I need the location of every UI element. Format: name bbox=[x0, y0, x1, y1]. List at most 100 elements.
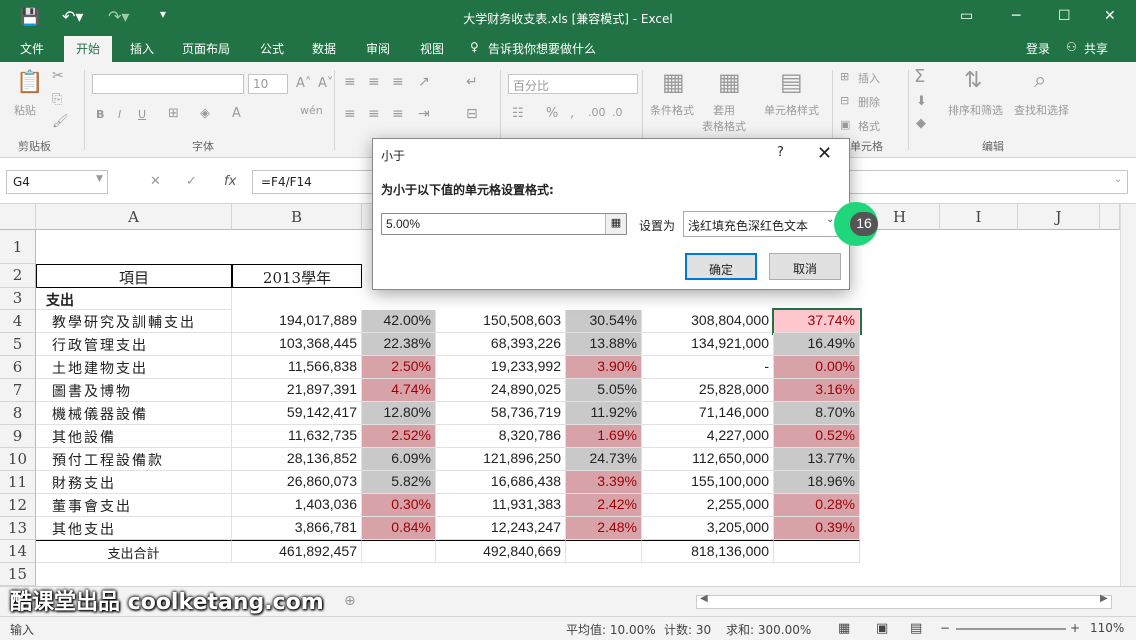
cell-d[interactable]: 58,736,719 bbox=[436, 402, 566, 425]
cell-c[interactable]: 4.74% bbox=[362, 379, 436, 402]
threshold-input[interactable]: 5.00% bbox=[381, 213, 627, 235]
cell-b[interactable]: 1,403,036 bbox=[232, 494, 362, 517]
comma-icon[interactable]: , bbox=[570, 106, 574, 121]
insert-cells-icon[interactable]: ⊞ bbox=[840, 70, 849, 83]
decrease-decimal-icon[interactable]: .0 bbox=[612, 106, 623, 119]
cell-e[interactable]: 3.90% bbox=[566, 356, 642, 379]
cell-f[interactable]: 3,205,000 bbox=[642, 517, 774, 540]
cell-b[interactable]: 11,632,735 bbox=[232, 425, 362, 448]
tell-me-box[interactable]: 告诉我你想要做什么 bbox=[488, 40, 596, 57]
select-all-corner[interactable] bbox=[0, 204, 36, 230]
currency-icon[interactable]: ☷ bbox=[512, 106, 524, 121]
align-center-icon[interactable]: ≡ bbox=[368, 106, 380, 122]
add-sheet-icon[interactable]: ⊕ bbox=[344, 593, 356, 609]
cell-f[interactable]: 2,255,000 bbox=[642, 494, 774, 517]
orientation-icon[interactable]: ↗ bbox=[418, 74, 430, 90]
expand-formula-icon[interactable]: ⌄ bbox=[1114, 174, 1122, 185]
cell-total-f[interactable]: 818,136,000 bbox=[642, 540, 774, 563]
cell-b[interactable]: 3,866,781 bbox=[232, 517, 362, 540]
ok-button[interactable]: 确定 bbox=[685, 253, 757, 280]
row-header[interactable]: 15 bbox=[0, 563, 36, 586]
cut-icon[interactable]: ✂ bbox=[52, 68, 64, 84]
cell-f[interactable]: 308,804,000 bbox=[642, 310, 774, 333]
cell-g[interactable]: 8.70% bbox=[774, 402, 860, 425]
format-cells-icon[interactable]: ▣ bbox=[840, 118, 850, 131]
align-left-icon[interactable]: ≡ bbox=[344, 106, 356, 122]
cancel-button[interactable]: 取消 bbox=[769, 253, 841, 280]
cell-d[interactable]: 16,686,438 bbox=[436, 471, 566, 494]
cell-g[interactable]: 13.77% bbox=[774, 448, 860, 471]
cell-c[interactable]: 42.00% bbox=[362, 310, 436, 333]
cell-e[interactable]: 2.48% bbox=[566, 517, 642, 540]
align-top-icon[interactable]: ≡ bbox=[344, 74, 356, 90]
cell-b[interactable]: 103,368,445 bbox=[232, 333, 362, 356]
cell-b[interactable]: 194,017,889 bbox=[232, 310, 362, 333]
page-break-view-icon[interactable]: ▤ bbox=[910, 621, 922, 636]
cell-c[interactable]: 0.84% bbox=[362, 517, 436, 540]
align-middle-icon[interactable]: ≡ bbox=[368, 74, 380, 90]
cell-d[interactable]: 121,896,250 bbox=[436, 448, 566, 471]
indent-icon[interactable]: ⇥ bbox=[418, 106, 430, 122]
format-painter-icon[interactable]: 🖌 bbox=[52, 114, 69, 129]
cell-f[interactable]: - bbox=[642, 356, 774, 379]
cell-c[interactable]: 2.50% bbox=[362, 356, 436, 379]
cell-d[interactable]: 19,233,992 bbox=[436, 356, 566, 379]
tab-file[interactable]: 文件 bbox=[20, 40, 44, 57]
tab-review[interactable]: 审阅 bbox=[366, 40, 390, 57]
cell-b[interactable]: 21,897,391 bbox=[232, 379, 362, 402]
row-header[interactable]: 6 bbox=[0, 356, 36, 379]
cell-b[interactable]: 26,860,073 bbox=[232, 471, 362, 494]
row-header[interactable]: 8 bbox=[0, 402, 36, 425]
cell-total-e[interactable] bbox=[566, 540, 642, 563]
shrink-font-icon[interactable]: A˅ bbox=[318, 76, 333, 91]
conditional-format-icon[interactable]: ▦ bbox=[662, 68, 685, 96]
cell-f[interactable]: 71,146,000 bbox=[642, 402, 774, 425]
cell-label[interactable]: 機械儀器設備 bbox=[36, 402, 232, 425]
cell-g[interactable]: 37.74% bbox=[772, 308, 862, 335]
row-header[interactable]: 9 bbox=[0, 425, 36, 448]
cell-f[interactable]: 155,100,000 bbox=[642, 471, 774, 494]
cancel-formula-icon[interactable]: ✕ bbox=[150, 174, 161, 189]
cell-e[interactable]: 30.54% bbox=[566, 310, 642, 333]
zoom-in-icon[interactable]: + bbox=[1070, 621, 1080, 635]
column-header[interactable]: B bbox=[232, 204, 362, 230]
cell-g[interactable]: 0.39% bbox=[774, 517, 860, 540]
cell-f[interactable]: 25,828,000 bbox=[642, 379, 774, 402]
table-format-icon[interactable]: ▦ bbox=[718, 68, 741, 96]
range-picker-icon[interactable]: ▦ bbox=[605, 214, 626, 234]
column-header[interactable]: J bbox=[1018, 204, 1100, 230]
cell-c[interactable]: 12.80% bbox=[362, 402, 436, 425]
cell-f[interactable]: 134,921,000 bbox=[642, 333, 774, 356]
scroll-left-icon[interactable]: ◀ bbox=[700, 593, 708, 604]
find-select-icon[interactable]: ⌕ bbox=[1034, 68, 1046, 93]
cell-label[interactable]: 圖書及博物 bbox=[36, 379, 232, 402]
cell-header-year[interactable]: 2013學年 bbox=[232, 264, 362, 288]
bold-icon[interactable]: B bbox=[96, 108, 104, 121]
cell-d[interactable]: 12,243,247 bbox=[436, 517, 566, 540]
autosum-icon[interactable]: Σ bbox=[914, 66, 925, 87]
tab-formulas[interactable]: 公式 bbox=[260, 40, 284, 57]
paste-icon[interactable]: 📋 bbox=[16, 70, 43, 95]
number-format-box[interactable]: 百分比 bbox=[508, 74, 638, 94]
cell-label[interactable]: 財務支出 bbox=[36, 471, 232, 494]
close-window-icon[interactable]: ✕ bbox=[1104, 8, 1116, 24]
cell-b[interactable]: 28,136,852 bbox=[232, 448, 362, 471]
minimize-icon[interactable]: ─ bbox=[1012, 8, 1020, 24]
normal-view-icon[interactable]: ▦ bbox=[838, 621, 850, 636]
insert-function-icon[interactable]: fx bbox=[224, 174, 236, 189]
share-button[interactable]: 共享 bbox=[1084, 40, 1108, 57]
cell-d[interactable]: 8,320,786 bbox=[436, 425, 566, 448]
delete-cells-label[interactable]: 删除 bbox=[858, 94, 880, 110]
cell-c[interactable]: 0.30% bbox=[362, 494, 436, 517]
insert-cells-label[interactable]: 插入 bbox=[858, 70, 880, 86]
cell-total-c[interactable] bbox=[362, 540, 436, 563]
cell-label[interactable]: 董事會支出 bbox=[36, 494, 232, 517]
cell-total-b[interactable]: 461,892,457 bbox=[232, 540, 362, 563]
scroll-right-icon[interactable]: ▶ bbox=[1100, 593, 1108, 604]
cell-g[interactable]: 3.16% bbox=[774, 379, 860, 402]
cell-e[interactable]: 1.69% bbox=[566, 425, 642, 448]
cell-label[interactable]: 教學研究及訓輔支出 bbox=[36, 310, 232, 333]
chevron-down-icon[interactable]: ⌄ bbox=[826, 214, 834, 225]
cell-total-label[interactable]: 支出合計 bbox=[36, 540, 232, 563]
cell-header-item[interactable]: 項目 bbox=[36, 264, 232, 288]
